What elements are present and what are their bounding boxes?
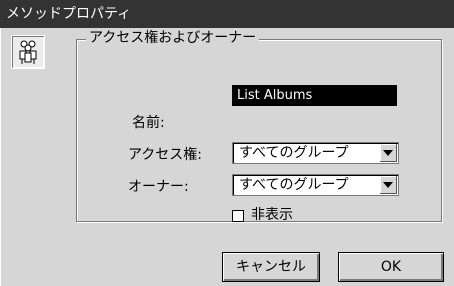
access-select[interactable]: すべてのグループ — [232, 142, 399, 164]
group-legend: アクセス権およびオーナー — [86, 29, 260, 47]
cancel-button[interactable]: キャンセル — [222, 252, 320, 282]
hidden-checkbox[interactable] — [232, 210, 244, 222]
owner-select[interactable]: すべてのグループ — [232, 174, 399, 196]
chevron-down-icon[interactable] — [380, 176, 397, 194]
people-group-icon — [11, 35, 45, 69]
method-properties-dialog: メソッドプロパティ アクセス権およびオーナー 名前: List Albums ア… — [0, 0, 454, 286]
owner-label: オーナー: — [128, 179, 189, 195]
owner-select-value: すべてのグループ — [239, 177, 349, 193]
access-select-value: すべてのグループ — [239, 145, 349, 161]
hidden-label: 非表示 — [251, 207, 293, 223]
name-label: 名前: — [132, 115, 165, 131]
chevron-down-icon[interactable] — [380, 144, 397, 162]
ok-button[interactable]: OK — [338, 252, 444, 282]
access-label: アクセス権: — [128, 147, 203, 163]
dialog-title: メソッドプロパティ — [0, 0, 454, 28]
name-field[interactable]: List Albums — [232, 85, 397, 106]
